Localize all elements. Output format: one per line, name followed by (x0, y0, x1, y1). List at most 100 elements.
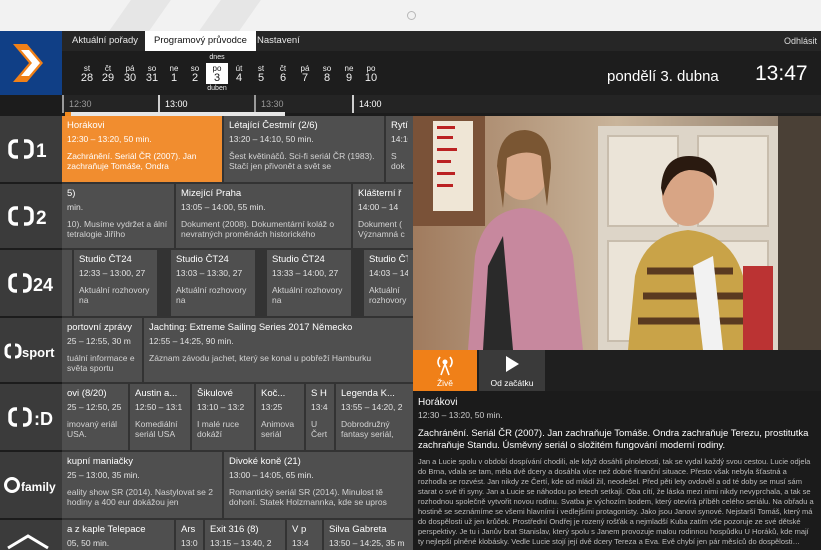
program-time: 12:55 – 14:25, 90 min. (149, 336, 234, 346)
program-cell[interactable]: Exit 316 (8) 13:15 – 13:40, 2 (205, 520, 285, 550)
program-time: 13:50 – 14:25, 35 m (329, 538, 405, 548)
program-cell[interactable]: ovi (8/20) 25 – 12:50, 25 m imovaný eriál … (62, 384, 128, 450)
program-cell[interactable]: Studio ČT 14:03 – 14 Aktuální rozhovory na (364, 250, 413, 316)
video-player[interactable] (413, 116, 821, 350)
ivysilani-app: Aktuální pořady Programový průvodce Nast… (0, 0, 821, 550)
program-time: 13:33 – 14:00, 27 (272, 268, 339, 278)
timeline-mark: 13:00 (158, 95, 188, 113)
program-desc: Dokument (2008). Dokumentární koláž o ne… (181, 219, 335, 239)
program-cell[interactable]: Silva Gabreta 13:50 – 14:25, 35 m (324, 520, 413, 550)
today-month: duben (207, 85, 227, 92)
main-navigation: Aktuální pořady Programový průvodce Nast… (62, 31, 821, 51)
program-title: Divoké koně (21) (229, 456, 301, 467)
ctsport-logo-icon: sport (4, 342, 55, 360)
program-title: a z kaple Telepace (67, 524, 146, 535)
program-desc: Záznam závodu jachet, který se konal u p… (149, 353, 372, 363)
timeline-mark: 12:30 (62, 95, 92, 113)
day-number: 4 (235, 72, 243, 84)
channel-logo-ct24[interactable]: 24 (0, 250, 62, 316)
svg-text:sport: sport (22, 345, 55, 360)
ct-logo[interactable] (0, 31, 62, 95)
browser-top-strip (0, 0, 821, 31)
program-time: 13:00 – 14:05, 65 min. (229, 470, 314, 480)
ct2-logo-icon: 2 (8, 205, 47, 227)
program-title: Austin a... (135, 388, 178, 399)
program-cell[interactable]: portovní zprávy 25 – 12:55, 30 m tuální in… (62, 318, 142, 382)
program-title: S H (311, 388, 327, 399)
program-cell[interactable]: Klášterní ř 14:00 – 14 Dokument ( Významná… (353, 184, 413, 248)
svg-text:24: 24 (33, 275, 53, 294)
live-button-label: Živě (436, 378, 454, 388)
program-title: Studio ČT24 (272, 254, 325, 265)
day-number: 30 (123, 72, 137, 84)
broadcast-icon (437, 356, 453, 376)
program-title: V p (292, 524, 307, 535)
detail-title: Horákovi (418, 397, 458, 408)
program-time: 13:03 – 13:30, 27 (176, 268, 243, 278)
day-number: 29 (101, 72, 115, 84)
from-start-button[interactable]: Od začátku (479, 350, 545, 391)
program-cell[interactable]: Studio ČT24 12:33 – 13:00, 27 Aktuální roz… (74, 250, 157, 316)
tab-aktualni-porady[interactable]: Aktuální pořady (63, 31, 147, 51)
program-time: 14:03 – 14 (369, 268, 408, 278)
channel-logo-ctsport[interactable]: sport (0, 318, 62, 382)
program-cell[interactable]: Divoké koně (21) 13:00 – 14:05, 65 min. Ro… (224, 452, 413, 518)
play-icon (506, 356, 519, 372)
tab-nastaveni[interactable]: Nastavení (248, 31, 309, 51)
program-desc: Aktuální rozhovory na (79, 285, 150, 305)
program-cell[interactable]: kupní maniačky 25 – 13:00, 35 min. eality … (62, 452, 222, 518)
program-cell[interactable]: Ars 13:0 (176, 520, 203, 550)
program-cell[interactable]: Šikulové 13:10 – 13:2 I malé ruce dokáží (192, 384, 254, 450)
program-time: 05, 50 min. (67, 538, 110, 548)
camera-dot-icon (407, 11, 416, 20)
program-cell[interactable]: Studio ČT24 13:33 – 14:00, 27 Aktuální roz… (267, 250, 351, 316)
program-cell[interactable]: Jachting: Extreme Sailing Series 2017 Ně… (144, 318, 413, 382)
program-desc: imovaný eriál USA. (67, 419, 118, 439)
day-number: 5 (257, 72, 265, 84)
program-desc: I malé ruce dokáží (197, 419, 240, 439)
program-time: 14:00 – 14 (358, 202, 399, 212)
timeline-mark: 13:30 (254, 95, 284, 113)
program-cell[interactable]: a z kaple Telepace 05, 50 min. (62, 520, 174, 550)
program-cell[interactable]: Mizející Praha 13:05 – 14:00, 55 min. Doku… (176, 184, 351, 248)
program-cell[interactable] (62, 250, 72, 316)
channel-logo-ctfamily[interactable]: family (0, 452, 62, 518)
day-number: 2 (191, 72, 199, 84)
program-cell[interactable]: V p 13:4 (287, 520, 322, 550)
program-time: 14:10 (391, 134, 408, 144)
channel-logo-ctart[interactable] (0, 520, 62, 550)
program-cell[interactable]: Rytí 14:10 S dok (386, 116, 413, 182)
program-time: 12:30 – 13:20, 50 min. (67, 134, 152, 144)
program-cell[interactable]: Studio ČT24 13:03 – 13:30, 27 Aktuální roz… (171, 250, 255, 316)
program-desc: Dokument ( Významná c (358, 219, 405, 239)
tab-programovy-pruvodce[interactable]: Programový průvodce (145, 31, 256, 51)
program-cell[interactable]: Horákovi 12:30 – 13:20, 50 min. Zachránění… (62, 116, 222, 182)
logout-link[interactable]: Odhlásit (784, 31, 817, 51)
program-title: Koč... (261, 388, 286, 399)
ct1-logo-icon: 1 (8, 138, 47, 160)
program-cell[interactable]: 5) min. 10). Musíme vydržet a ální tetralo… (62, 184, 174, 248)
channel-logo-ct2[interactable]: 2 (0, 184, 62, 248)
program-time: 12:33 – 13:00, 27 (79, 268, 146, 278)
program-cell[interactable]: Létající Čestmír (2/6) 13:20 – 14:10, 50 … (224, 116, 384, 182)
program-title: Legenda K... (341, 388, 395, 399)
program-cell[interactable]: Austin a... 12:50 – 13:1 Komediální seriál… (130, 384, 190, 450)
channel-logo-ct1[interactable]: 1 (0, 116, 62, 182)
detail-description: Zachránění. Seriál ČR (2007). Jan zachra… (418, 428, 809, 451)
program-desc: U Čert (311, 419, 328, 439)
program-title: Studio ČT (369, 254, 408, 265)
ctart-logo-icon (7, 534, 49, 550)
program-time: min. (67, 202, 84, 212)
channel-logo-ctd[interactable]: :D (0, 384, 62, 450)
day-number: 3 (213, 72, 221, 84)
program-title: Studio ČT24 (79, 254, 132, 265)
live-button[interactable]: Živě (413, 350, 477, 391)
program-cell[interactable]: Koč... 13:25 Animova seriál (256, 384, 304, 450)
program-desc: Animova seriál (261, 419, 295, 439)
program-desc: Aktuální rozhovory na (369, 285, 407, 305)
program-title: Silva Gabreta (329, 524, 387, 535)
program-cell[interactable]: Legenda K... 13:55 – 14:20, 2 Dobrodružný … (336, 384, 413, 450)
day-number: 7 (301, 72, 309, 84)
program-title: Mizející Praha (181, 188, 242, 199)
program-cell[interactable]: S H 13:4 U Čert (306, 384, 334, 450)
